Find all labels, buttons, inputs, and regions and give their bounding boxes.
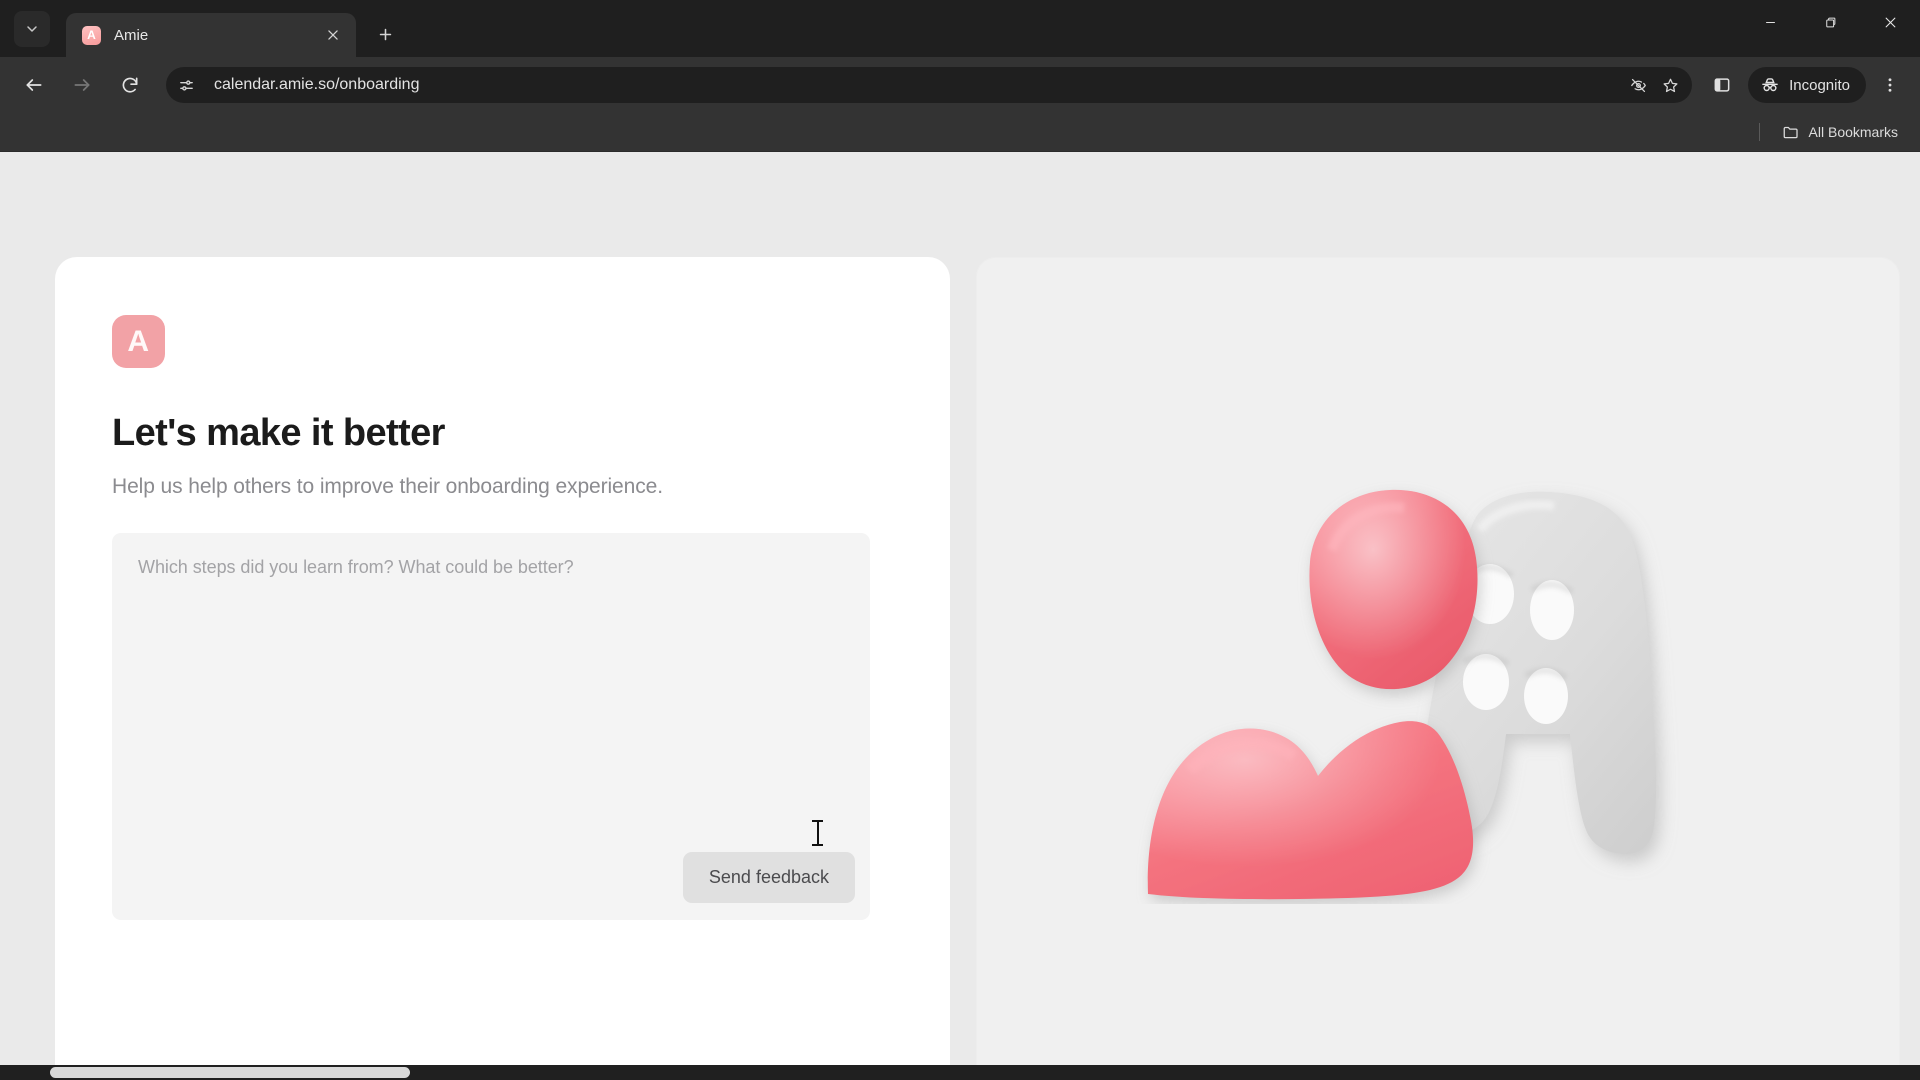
side-panel-button[interactable]: [1702, 65, 1742, 105]
tracking-protection-button[interactable]: [1624, 71, 1652, 99]
tab-title: Amie: [114, 26, 149, 44]
browser-toolbar: calendar.amie.so/onboarding Incognito: [0, 57, 1920, 113]
horizontal-scrollbar[interactable]: [0, 1065, 1920, 1080]
star-icon: [1663, 78, 1678, 92]
all-bookmarks-button[interactable]: All Bookmarks: [1774, 118, 1906, 146]
three-dot-menu-icon: [1888, 78, 1892, 92]
address-bar-url: calendar.amie.so/onboarding: [214, 76, 420, 93]
reload-icon: [122, 77, 138, 93]
address-bar-actions: [1622, 71, 1686, 99]
site-information-button[interactable]: [172, 71, 200, 99]
person-body-shape: [1147, 720, 1474, 899]
address-bar[interactable]: calendar.amie.so/onboarding: [166, 67, 1693, 103]
minimize-icon: [1765, 21, 1775, 23]
tab-close-button[interactable]: [320, 22, 346, 48]
minimize-window-button[interactable]: [1740, 0, 1800, 44]
close-icon: [328, 30, 338, 40]
maximize-window-button[interactable]: [1800, 0, 1860, 44]
plus-icon: [379, 28, 391, 40]
incognito-profile-chip[interactable]: Incognito: [1748, 67, 1866, 103]
tab-strip: A Amie: [0, 0, 1920, 57]
window-close-icon: [1885, 17, 1895, 27]
amie-favicon: A: [82, 25, 101, 45]
site-settings-icon: [179, 79, 193, 91]
browser-menu-button[interactable]: [1870, 65, 1910, 105]
chevron-down-icon: [27, 26, 37, 32]
bookmarks-bar: All Bookmarks: [0, 113, 1920, 152]
all-bookmarks-label: All Bookmarks: [1808, 124, 1898, 140]
feedback-placeholder: Which steps did you learn from? What cou…: [138, 556, 574, 577]
amie-person-letter-a-illustration: [1118, 434, 1758, 904]
tab-search-button[interactable]: [14, 11, 50, 47]
bookmark-button[interactable]: [1656, 71, 1684, 99]
forward-arrow-icon: [74, 79, 90, 91]
onboarding-page: A Let's make it better Help us help othe…: [0, 152, 1920, 1080]
favicon-letter: A: [87, 28, 96, 42]
browser-tab-amie[interactable]: A Amie: [66, 13, 356, 57]
feedback-card: A Let's make it better Help us help othe…: [55, 257, 950, 1080]
amie-logo-letter: A: [127, 324, 150, 358]
maximize-icon: [1825, 17, 1835, 27]
eye-off-icon: [1630, 78, 1646, 92]
onboarding-layout: A Let's make it better Help us help othe…: [55, 257, 1920, 1080]
window-controls: [1740, 0, 1920, 44]
feedback-textarea[interactable]: Which steps did you learn from? What cou…: [112, 532, 870, 920]
send-feedback-button[interactable]: Send feedback: [682, 851, 855, 903]
back-button[interactable]: [13, 64, 55, 106]
page-viewport: A Let's make it better Help us help othe…: [0, 152, 1920, 1080]
incognito-icon: [1762, 78, 1778, 92]
illustration-panel: [976, 257, 1900, 1080]
reload-button[interactable]: [109, 64, 151, 106]
browser-window: A Amie calendar.amie.so/onboarding Incog…: [0, 0, 1920, 1080]
illustration-svg: [1147, 489, 1657, 899]
close-window-button[interactable]: [1860, 0, 1920, 44]
page-title: Let's make it better: [112, 412, 445, 454]
new-tab-button[interactable]: [368, 17, 402, 51]
amie-logo: A: [112, 315, 165, 368]
bookmarks-separator: [1758, 123, 1760, 141]
forward-button[interactable]: [61, 64, 103, 106]
horizontal-scrollbar-thumb[interactable]: [50, 1067, 410, 1078]
folder-icon: [1783, 126, 1798, 139]
side-panel-icon: [1714, 78, 1730, 92]
page-subtitle: Help us help others to improve their onb…: [112, 474, 663, 498]
incognito-label: Incognito: [1789, 76, 1850, 94]
back-arrow-icon: [26, 79, 42, 91]
